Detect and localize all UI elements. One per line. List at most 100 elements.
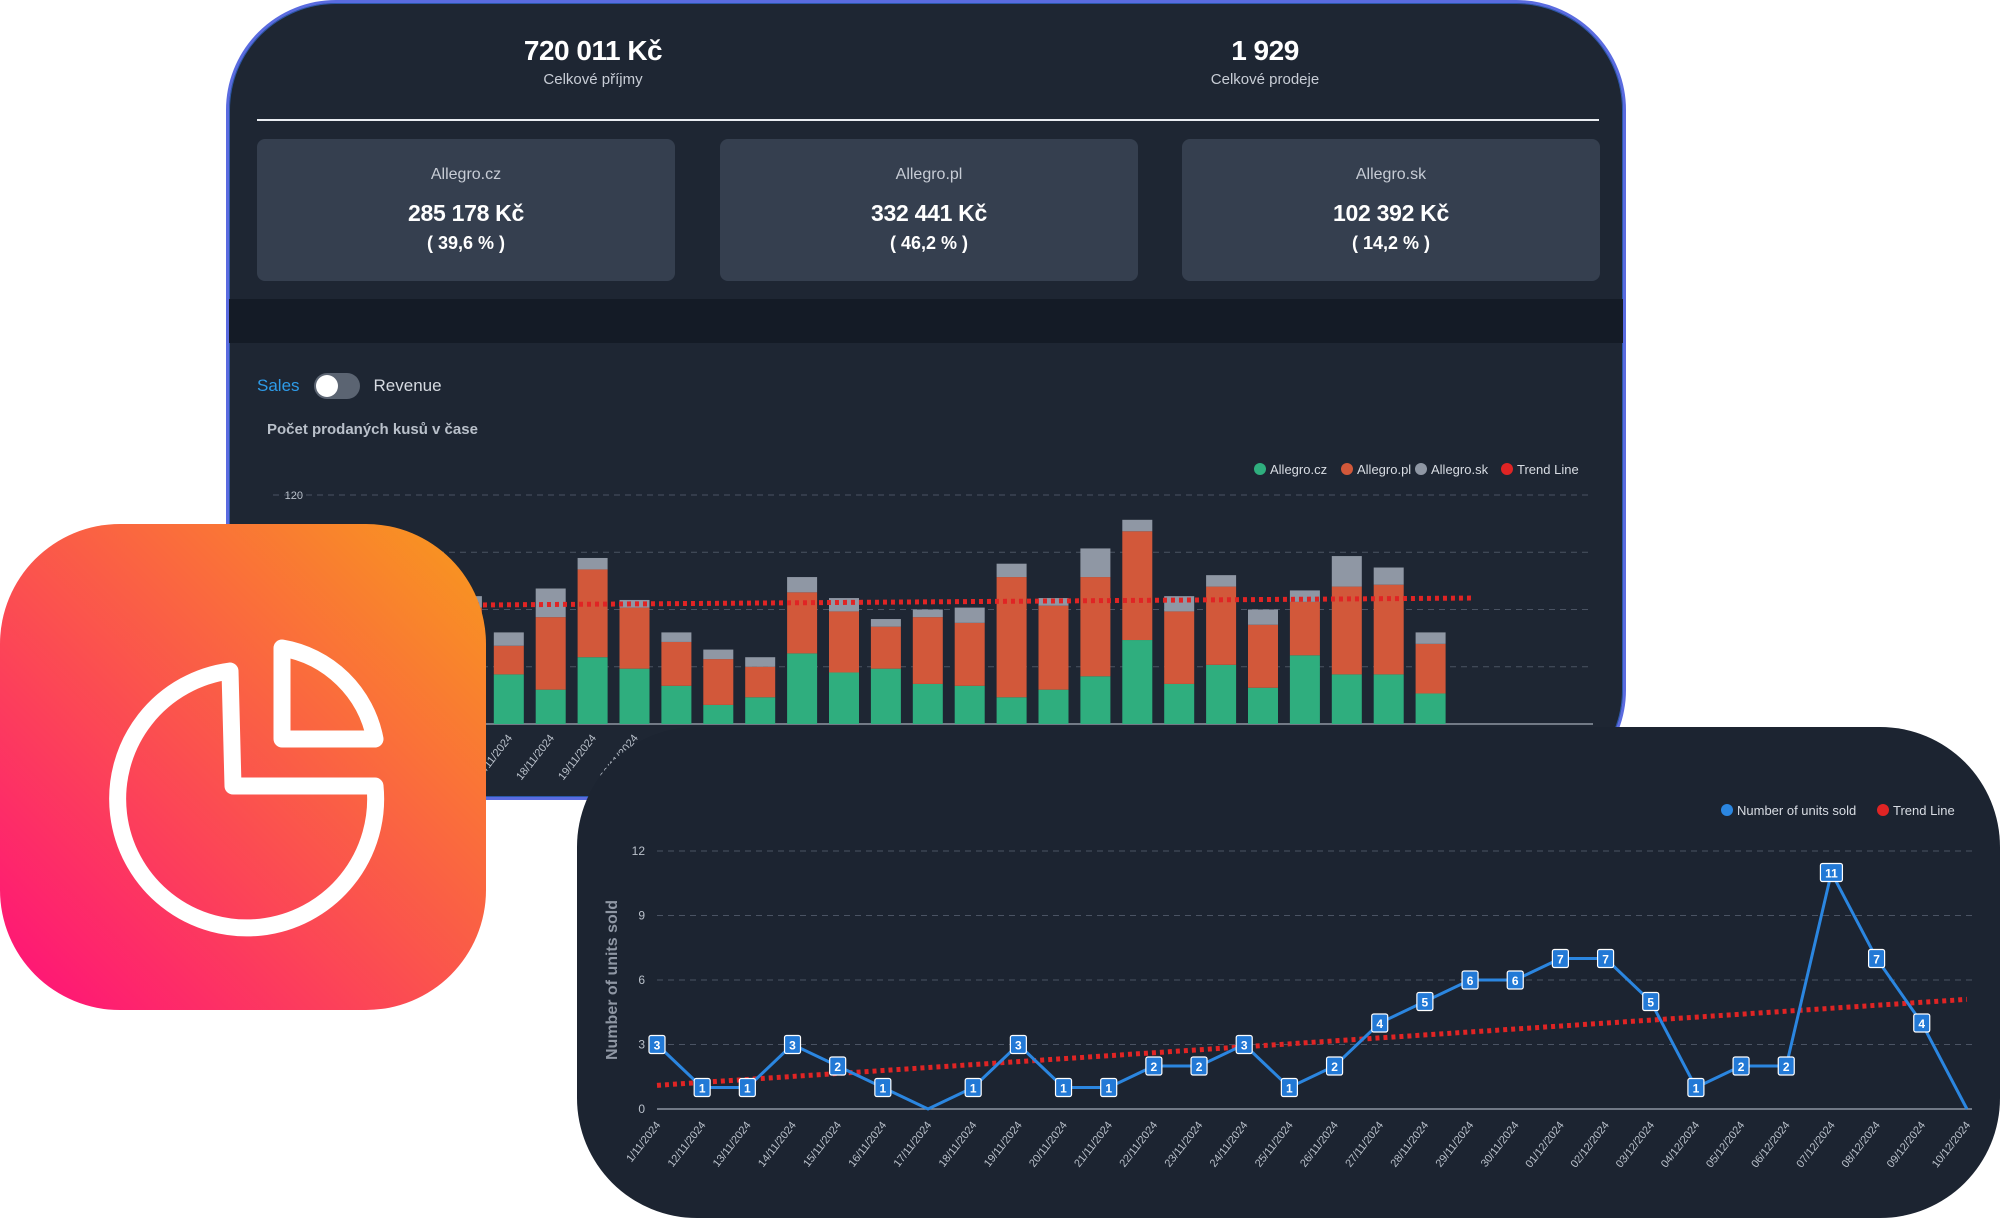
data-label: 6 xyxy=(1467,974,1474,988)
x-tick-label: 03/12/2024 xyxy=(1614,1119,1657,1170)
market-revenue: 332 441 Kč xyxy=(871,200,987,226)
bar-segment xyxy=(954,622,985,686)
data-label: 11 xyxy=(1825,867,1838,881)
data-label: 2 xyxy=(1196,1060,1203,1074)
x-tick-label: 01/12/2024 xyxy=(1523,1119,1566,1170)
bar-segment xyxy=(661,632,692,642)
market-card-allegro-cz: Allegro.cz 285 178 Kč ( 39,6 % ) xyxy=(257,139,675,281)
legend-label: Number of units sold xyxy=(1737,803,1856,818)
bar-segment xyxy=(870,668,901,724)
data-label: 1 xyxy=(744,1082,751,1096)
x-tick-label: 20/11/2024 xyxy=(1027,1119,1070,1169)
market-name: Allegro.pl xyxy=(895,166,963,183)
x-tick-label: 04/12/2024 xyxy=(1659,1119,1702,1170)
y-tick-label: 120 xyxy=(285,490,303,502)
bar-segment xyxy=(1206,575,1237,587)
data-label: 1 xyxy=(1286,1082,1293,1096)
bar-segment xyxy=(1373,567,1404,585)
bar-segment xyxy=(577,657,608,724)
market-revenue: 285 178 Kč xyxy=(408,200,524,226)
x-tick-label: 10/12/2024 xyxy=(1930,1119,1973,1170)
bar-segment xyxy=(1248,687,1278,724)
bar-segment xyxy=(1164,683,1195,724)
total-revenue-label: Celkové příjmy xyxy=(543,71,643,88)
bar-segment xyxy=(1164,611,1195,684)
data-label: 4 xyxy=(1918,1017,1925,1031)
bar-segment xyxy=(1248,624,1278,688)
bar-segment xyxy=(787,653,818,724)
x-tick-label: 17/11/2024 xyxy=(892,1119,935,1169)
x-tick-label: 09/12/2024 xyxy=(1885,1119,1928,1170)
legend-marker xyxy=(1415,463,1427,475)
revenue-toggle-label[interactable]: Revenue xyxy=(374,376,442,396)
pie-chart-icon xyxy=(109,639,385,937)
x-tick-label: 14/11/2024 xyxy=(756,1119,799,1169)
data-label: 2 xyxy=(1151,1060,1158,1074)
bar-segment xyxy=(787,577,818,593)
y-tick-label: 12 xyxy=(632,844,646,858)
data-label: 3 xyxy=(1015,1039,1022,1053)
bar-segment xyxy=(829,611,859,673)
bar-segment xyxy=(1206,664,1237,724)
sales-toggle-label[interactable]: Sales xyxy=(257,376,300,396)
bar-segment xyxy=(493,632,524,646)
total-revenue-value: 720 011 Kč xyxy=(523,35,663,66)
data-label: 3 xyxy=(789,1039,796,1053)
market-share: ( 14,2 % ) xyxy=(1351,233,1431,253)
x-tick-label: 30/11/2024 xyxy=(1479,1119,1522,1169)
bar-segment xyxy=(493,674,524,724)
bar-segment xyxy=(577,569,608,658)
x-tick-label: 18/11/2024 xyxy=(514,732,557,782)
bar-segment xyxy=(703,649,734,660)
x-tick-label: 27/11/2024 xyxy=(1343,1119,1386,1169)
bar-segment xyxy=(912,683,943,724)
data-label: 2 xyxy=(834,1060,841,1074)
y-tick-label: 6 xyxy=(638,973,645,987)
bar-segment xyxy=(1038,689,1069,724)
x-tick-label: 16/11/2024 xyxy=(846,1119,889,1169)
bar-segment xyxy=(1415,693,1446,724)
market-share: ( 46,2 % ) xyxy=(889,233,969,253)
bar-segment xyxy=(703,659,734,705)
legend-label: Trend Line xyxy=(1893,803,1955,818)
summary-divider xyxy=(257,119,1599,121)
legend-label: Allegro.cz xyxy=(1270,462,1327,477)
bar-segment xyxy=(1289,655,1320,724)
market-share: ( 39,6 % ) xyxy=(426,233,506,253)
data-label: 1 xyxy=(699,1082,706,1096)
data-label: 3 xyxy=(1241,1039,1248,1053)
x-tick-label: 12/11/2024 xyxy=(666,1119,709,1169)
bar-segment xyxy=(954,607,985,623)
data-label: 3 xyxy=(654,1039,661,1053)
x-tick-label: 26/11/2024 xyxy=(1298,1119,1341,1169)
market-name: Allegro.sk xyxy=(1355,166,1427,183)
bar-segment xyxy=(912,617,943,684)
legend-marker xyxy=(1501,463,1513,475)
bar-segment xyxy=(1415,632,1446,644)
bar-segment xyxy=(577,557,608,570)
x-tick-label: 05/12/2024 xyxy=(1704,1119,1747,1170)
bar-segment xyxy=(1080,676,1111,724)
sales-revenue-switch[interactable] xyxy=(313,373,360,399)
bar-segment xyxy=(619,607,650,669)
bar-segment xyxy=(1415,643,1446,694)
bar-segment xyxy=(1038,605,1069,690)
legend-marker xyxy=(1877,804,1889,816)
bar-segment xyxy=(703,704,734,724)
legend-label: Allegro.pl xyxy=(1357,462,1411,477)
bar-segment xyxy=(1122,519,1153,532)
x-tick-label: 08/12/2024 xyxy=(1840,1119,1883,1170)
x-tick-label: 21/11/2024 xyxy=(1072,1119,1115,1169)
x-tick-label: 28/11/2024 xyxy=(1388,1119,1431,1169)
x-tick-label: 22/11/2024 xyxy=(1117,1119,1160,1169)
x-tick-label: 19/11/2024 xyxy=(982,1119,1025,1169)
series-line xyxy=(655,868,1969,1111)
bar-segment xyxy=(996,577,1027,698)
y-tick-label: 3 xyxy=(638,1038,645,1052)
units-sold-line-chart: 036912Number of units soldNumber of unit… xyxy=(604,803,1973,1170)
data-label: 1 xyxy=(1060,1082,1067,1096)
bar-segment xyxy=(1122,640,1153,724)
data-label: 5 xyxy=(1647,996,1654,1010)
market-revenue: 102 392 Kč xyxy=(1333,200,1449,226)
bar-segment xyxy=(745,666,776,698)
